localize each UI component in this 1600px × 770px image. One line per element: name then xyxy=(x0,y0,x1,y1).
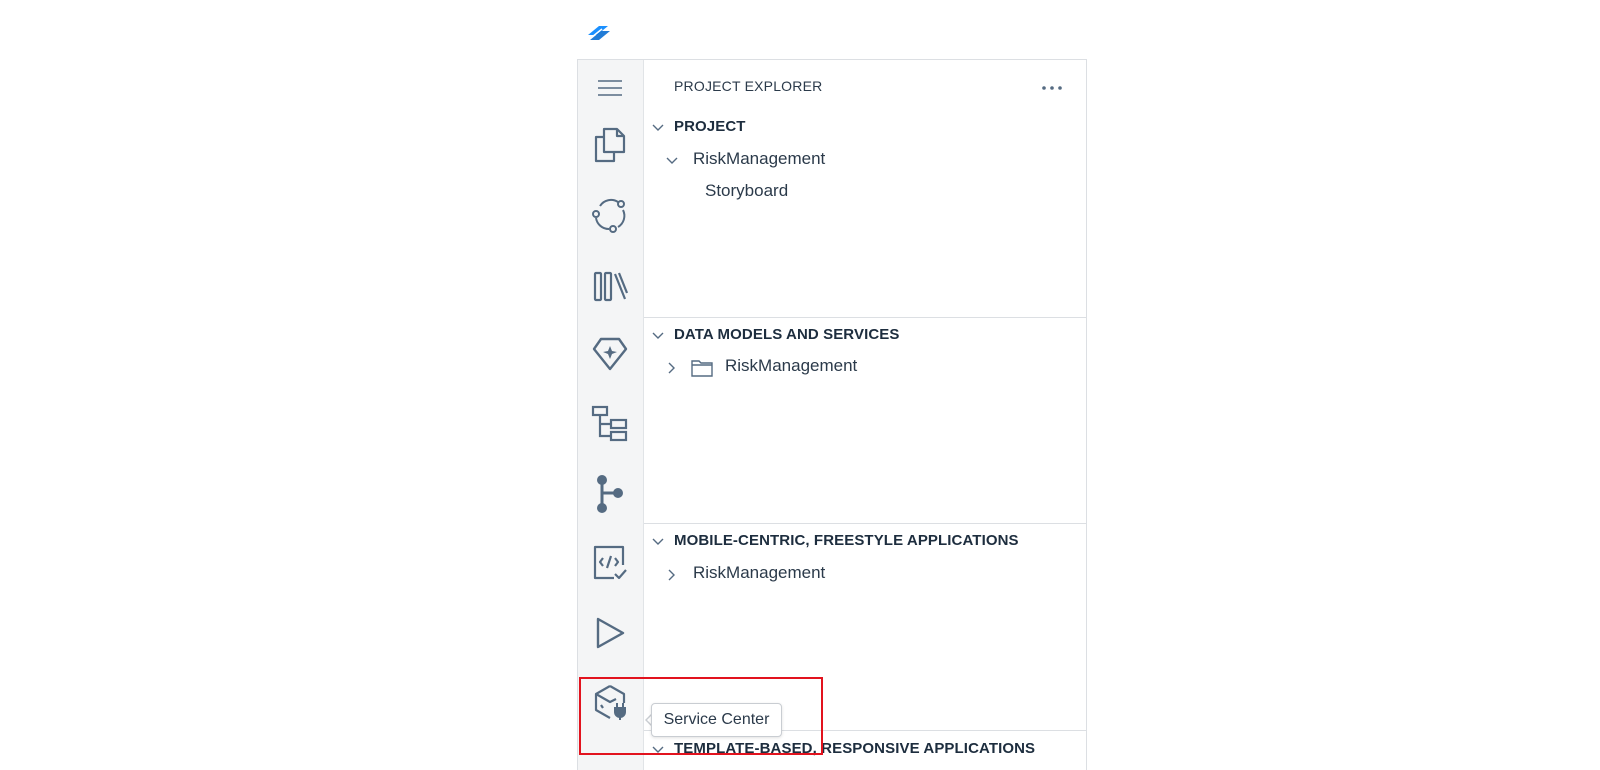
explorer-button[interactable] xyxy=(587,122,633,168)
tree-item-riskmanagement-mobile[interactable]: RiskManagement xyxy=(644,563,1064,587)
chevron-down-icon xyxy=(666,157,678,164)
section-mobile-centric-header[interactable]: MOBILE-CENTRIC, FREESTYLE APPLICATIONS xyxy=(644,532,1086,554)
more-actions-icon[interactable] xyxy=(1040,82,1064,94)
section-title: MOBILE-CENTRIC, FREESTYLE APPLICATIONS xyxy=(674,532,1019,549)
run-icon xyxy=(596,617,625,649)
chevron-right-icon xyxy=(668,569,675,581)
tree-item-label: Storyboard xyxy=(705,181,789,200)
section-data-models: DATA MODELS AND SERVICES RiskManagement xyxy=(644,317,1086,524)
files-icon xyxy=(594,127,626,163)
git-branch-icon xyxy=(597,475,623,513)
section-data-models-header[interactable]: DATA MODELS AND SERVICES xyxy=(644,326,1086,348)
app-logo-icon xyxy=(588,26,610,40)
chevron-down-icon xyxy=(652,538,664,545)
code-check-button[interactable] xyxy=(587,540,633,586)
section-title: PROJECT xyxy=(674,118,746,135)
tree-item-riskmanagement-folder[interactable]: RiskManagement xyxy=(644,356,1064,380)
workbench: PROJECT EXPLORER PROJECT RiskManagement … xyxy=(577,59,1087,770)
code-check-icon xyxy=(593,545,627,580)
library-icon xyxy=(593,271,628,302)
section-project: PROJECT RiskManagement Storyboard xyxy=(644,115,1086,317)
chevron-down-icon xyxy=(652,332,664,339)
tree-structure-icon xyxy=(591,405,628,442)
gem-icon xyxy=(592,337,628,371)
menu-button[interactable] xyxy=(587,65,633,111)
highlight-box xyxy=(579,677,823,755)
activity-bar xyxy=(578,60,644,770)
section-title: DATA MODELS AND SERVICES xyxy=(674,326,900,343)
menu-icon xyxy=(598,80,622,96)
tree-item-label: RiskManagement xyxy=(725,356,858,375)
source-control-icon xyxy=(592,199,626,233)
run-button[interactable] xyxy=(587,610,633,656)
gem-button[interactable] xyxy=(587,331,633,377)
section-project-header[interactable]: PROJECT xyxy=(644,118,1086,140)
explorer-title: PROJECT EXPLORER xyxy=(674,78,823,94)
tree-item-storyboard[interactable]: Storyboard xyxy=(644,181,1064,205)
chevron-right-icon xyxy=(668,362,675,374)
source-control-button[interactable] xyxy=(587,192,633,238)
tree-structure-button[interactable] xyxy=(587,401,633,447)
folder-icon xyxy=(691,360,713,377)
git-button[interactable] xyxy=(587,471,633,517)
tree-item-label: RiskManagement xyxy=(693,563,826,582)
library-button[interactable] xyxy=(587,263,633,309)
tree-item-label: RiskManagement xyxy=(693,149,826,168)
project-explorer-panel: PROJECT EXPLORER PROJECT RiskManagement … xyxy=(644,60,1086,770)
tree-item-riskmanagement[interactable]: RiskManagement xyxy=(644,149,1064,173)
chevron-down-icon xyxy=(652,124,664,131)
